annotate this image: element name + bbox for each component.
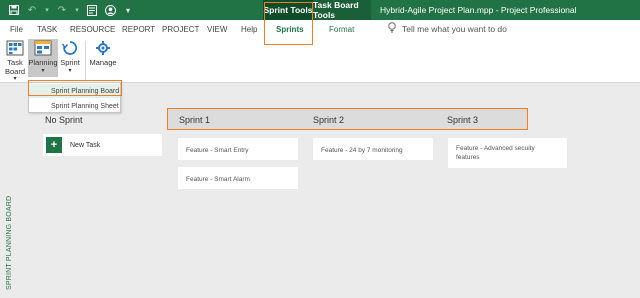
tab-help[interactable]: Help [241,20,257,38]
task-card[interactable]: Feature - Smart Entry [178,138,298,160]
ribbon-body: Task Board ▾ Planning ▾ Sprint ▾ Manage [0,38,640,83]
sprint-button[interactable]: Sprint ▾ [58,39,82,75]
task-card-title: Feature - Smart Alarm [186,176,250,183]
new-task-button[interactable]: + New Task [43,134,162,156]
menu-item-highlight [28,80,122,96]
user-icon[interactable] [104,4,116,16]
document-title: Hybrid-Agile Project Plan.mpp - Project … [380,5,577,15]
new-task-label: New Task [70,141,101,149]
column-header-sprint-3: Sprint 3 [447,115,479,125]
customize-qat-icon[interactable]: ▾ [44,4,50,16]
save-icon[interactable] [8,4,20,16]
tell-me-placeholder: Tell me what you want to do [402,24,507,34]
manage-label: Manage [89,58,117,67]
chevron-down-icon: ▾ [13,76,17,82]
planning-icon [34,40,52,56]
task-card[interactable]: Feature - 24 by 7 monitoring [313,138,433,160]
column-header-no-sprint: No Sprint [45,115,83,125]
tab-view[interactable]: VIEW [207,20,227,38]
ribbon-tab-row: File TASK RESOURCE REPORT PROJECT VIEW H… [0,20,640,38]
touch-mode-icon[interactable] [86,4,98,16]
ribbon-separator [85,41,86,81]
undo-icon[interactable]: ↶ [26,4,38,16]
task-board-icon [6,40,24,56]
side-view-label-text: SPRINT PLANNING BOARD [6,195,13,290]
title-bar: ↶ ▾ ↷ ▾ ▾ Sprint Tools Task Board Tools … [0,0,640,20]
task-board-label-line1: Task [7,58,23,67]
tab-project[interactable]: PROJECT [162,20,199,38]
customize-qat-icon[interactable]: ▾ [122,4,134,16]
tab-report[interactable]: REPORT [122,20,155,38]
task-card-title: Feature - Advanced secuity [456,145,535,152]
customize-qat-icon[interactable]: ▾ [74,4,80,16]
column-header-sprint-1: Sprint 1 [179,115,211,125]
tab-file[interactable]: File [10,20,23,38]
context-tab-task-board-tools: Task Board Tools [313,0,371,20]
sprint-cycle-icon [61,41,78,55]
side-view-label: SPRINT PLANNING BOARD [3,190,13,290]
menu-item-sprint-planning-sheet[interactable]: Sprint Planning Sheet [29,99,120,113]
manage-gear-icon [96,41,110,55]
tab-task[interactable]: TASK [37,20,57,38]
task-card-title: Feature - Smart Entry [186,147,249,154]
manage-button[interactable]: Manage [89,39,117,67]
sprint-label: Sprint [60,58,80,67]
task-board-label-line2: Board [4,67,25,76]
chevron-down-icon: ▾ [41,68,45,74]
lightbulb-icon [388,22,396,36]
redo-icon[interactable]: ↷ [56,4,68,16]
task-board-button[interactable]: Task Board ▾ [4,39,26,82]
planning-label: Planning [28,58,58,67]
planning-button[interactable]: Planning ▾ [28,39,58,77]
task-card-title: Feature - 24 by 7 monitoring [321,147,403,154]
plus-icon: + [46,137,62,153]
task-card-title-continued: features [456,153,480,161]
tab-format[interactable]: Format [329,20,354,38]
quick-access-toolbar: ↶ ▾ ↷ ▾ ▾ [8,3,134,17]
tell-me-search[interactable]: Tell me what you want to do [388,20,507,38]
task-card[interactable]: Feature - Smart Alarm [178,167,298,189]
tab-resource[interactable]: RESOURCE [70,20,115,38]
chevron-down-icon: ▾ [68,68,72,74]
column-header-sprint-2: Sprint 2 [313,115,345,125]
sprints-tab-highlight [264,2,313,45]
task-card[interactable]: Feature - Advanced secuity features [448,138,567,168]
